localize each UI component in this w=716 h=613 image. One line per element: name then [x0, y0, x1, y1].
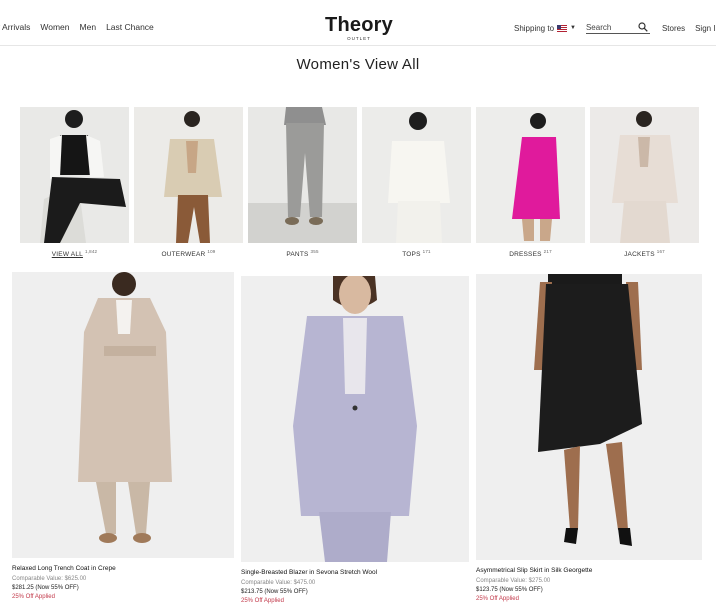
product-price: $213.75 (Now 55% OFF): [241, 589, 308, 595]
shipping-label: Shipping to: [513, 23, 555, 33]
category-outerwear[interactable]: OUTERWEAR 109: [134, 107, 243, 258]
search-input[interactable]: [585, 22, 638, 32]
category-image: [476, 107, 585, 243]
category-label: OUTERWEAR 109: [134, 249, 243, 258]
category-count: 109: [207, 249, 216, 254]
product-card[interactable]: Relaxed Long Trench Coat in Crepe Compar…: [12, 272, 234, 600]
category-count: 171: [422, 249, 431, 254]
main-nav: w Arrivals Women Men Last Chance: [0, 22, 154, 32]
comparable-value: Comparable Value: $625.00: [12, 576, 87, 582]
theory-logo[interactable]: Theory OUTLET: [322, 15, 396, 41]
category-count: 1,842: [84, 249, 98, 254]
category-count: 217: [543, 249, 552, 254]
category-name: PANTS: [286, 251, 309, 259]
promo-text: 25% Off Applied: [12, 594, 55, 600]
search-box: [585, 22, 650, 34]
product-name[interactable]: Single-Breasted Blazer in Sevona Stretch…: [241, 569, 469, 576]
category-dresses[interactable]: DRESSES 217: [476, 107, 585, 258]
category-label: DRESSES 217: [476, 249, 585, 258]
category-name: OUTERWEAR: [161, 251, 206, 259]
page-title: Women's View All: [296, 56, 420, 73]
product-image[interactable]: [241, 276, 469, 562]
product-price: $123.75 (Now 55% OFF): [476, 587, 543, 593]
category-name: VIEW ALL: [51, 251, 83, 259]
category-count: 355: [310, 249, 319, 254]
category-label: TOPS 171: [362, 249, 471, 258]
nav-women[interactable]: Women: [40, 22, 69, 32]
stores-link[interactable]: Stores: [662, 24, 685, 33]
product-name[interactable]: Asymmetrical Slip Skirt in Silk Georgett…: [476, 567, 702, 574]
comparable-value: Comparable Value: $275.00: [476, 578, 551, 584]
category-count: 167: [656, 249, 665, 254]
category-jackets[interactable]: JACKETS 167: [590, 107, 699, 258]
product-image[interactable]: [476, 274, 702, 560]
promo-text: 25% Off Applied: [241, 598, 284, 604]
chevron-down-icon: ▼: [570, 25, 576, 31]
shipping-selector[interactable]: Shipping to ▼: [514, 24, 576, 33]
category-pants[interactable]: PANTS 355: [248, 107, 357, 258]
nav-last-chance[interactable]: Last Chance: [106, 22, 154, 32]
search-icon[interactable]: [638, 22, 648, 32]
product-card[interactable]: Asymmetrical Slip Skirt in Silk Georgett…: [476, 274, 702, 602]
category-image: [134, 107, 243, 243]
category-view-all[interactable]: VIEW ALL 1,842: [20, 107, 129, 258]
category-label: VIEW ALL 1,842: [20, 249, 129, 258]
category-name: DRESSES: [509, 251, 542, 259]
nav-new-arrivals[interactable]: w Arrivals: [0, 22, 30, 32]
product-price: $281.25 (Now 55% OFF): [12, 585, 79, 591]
category-label: PANTS 355: [248, 249, 357, 258]
category-image: [248, 107, 357, 243]
us-flag-icon: [557, 24, 568, 32]
category-name: TOPS: [402, 251, 421, 259]
product-card[interactable]: Single-Breasted Blazer in Sevona Stretch…: [241, 276, 469, 604]
utility-nav: Shipping to ▼ Stores Sign In: [514, 22, 716, 34]
category-image: [20, 107, 129, 243]
promo-text: 25% Off Applied: [476, 596, 519, 602]
site-header: w Arrivals Women Men Last Chance Theory …: [0, 0, 716, 46]
logo-wordmark: Theory: [325, 14, 393, 36]
logo-subtitle: OUTLET: [347, 36, 371, 41]
category-tops[interactable]: TOPS 171: [362, 107, 471, 258]
category-label: JACKETS 167: [590, 249, 699, 258]
comparable-value: Comparable Value: $475.00: [241, 580, 316, 586]
product-image[interactable]: [12, 272, 234, 558]
sign-in-link[interactable]: Sign In: [695, 24, 716, 33]
category-name: JACKETS: [624, 251, 655, 259]
category-image: [362, 107, 471, 243]
category-image: [590, 107, 699, 243]
nav-men[interactable]: Men: [80, 22, 97, 32]
product-name[interactable]: Relaxed Long Trench Coat in Crepe: [12, 565, 234, 572]
